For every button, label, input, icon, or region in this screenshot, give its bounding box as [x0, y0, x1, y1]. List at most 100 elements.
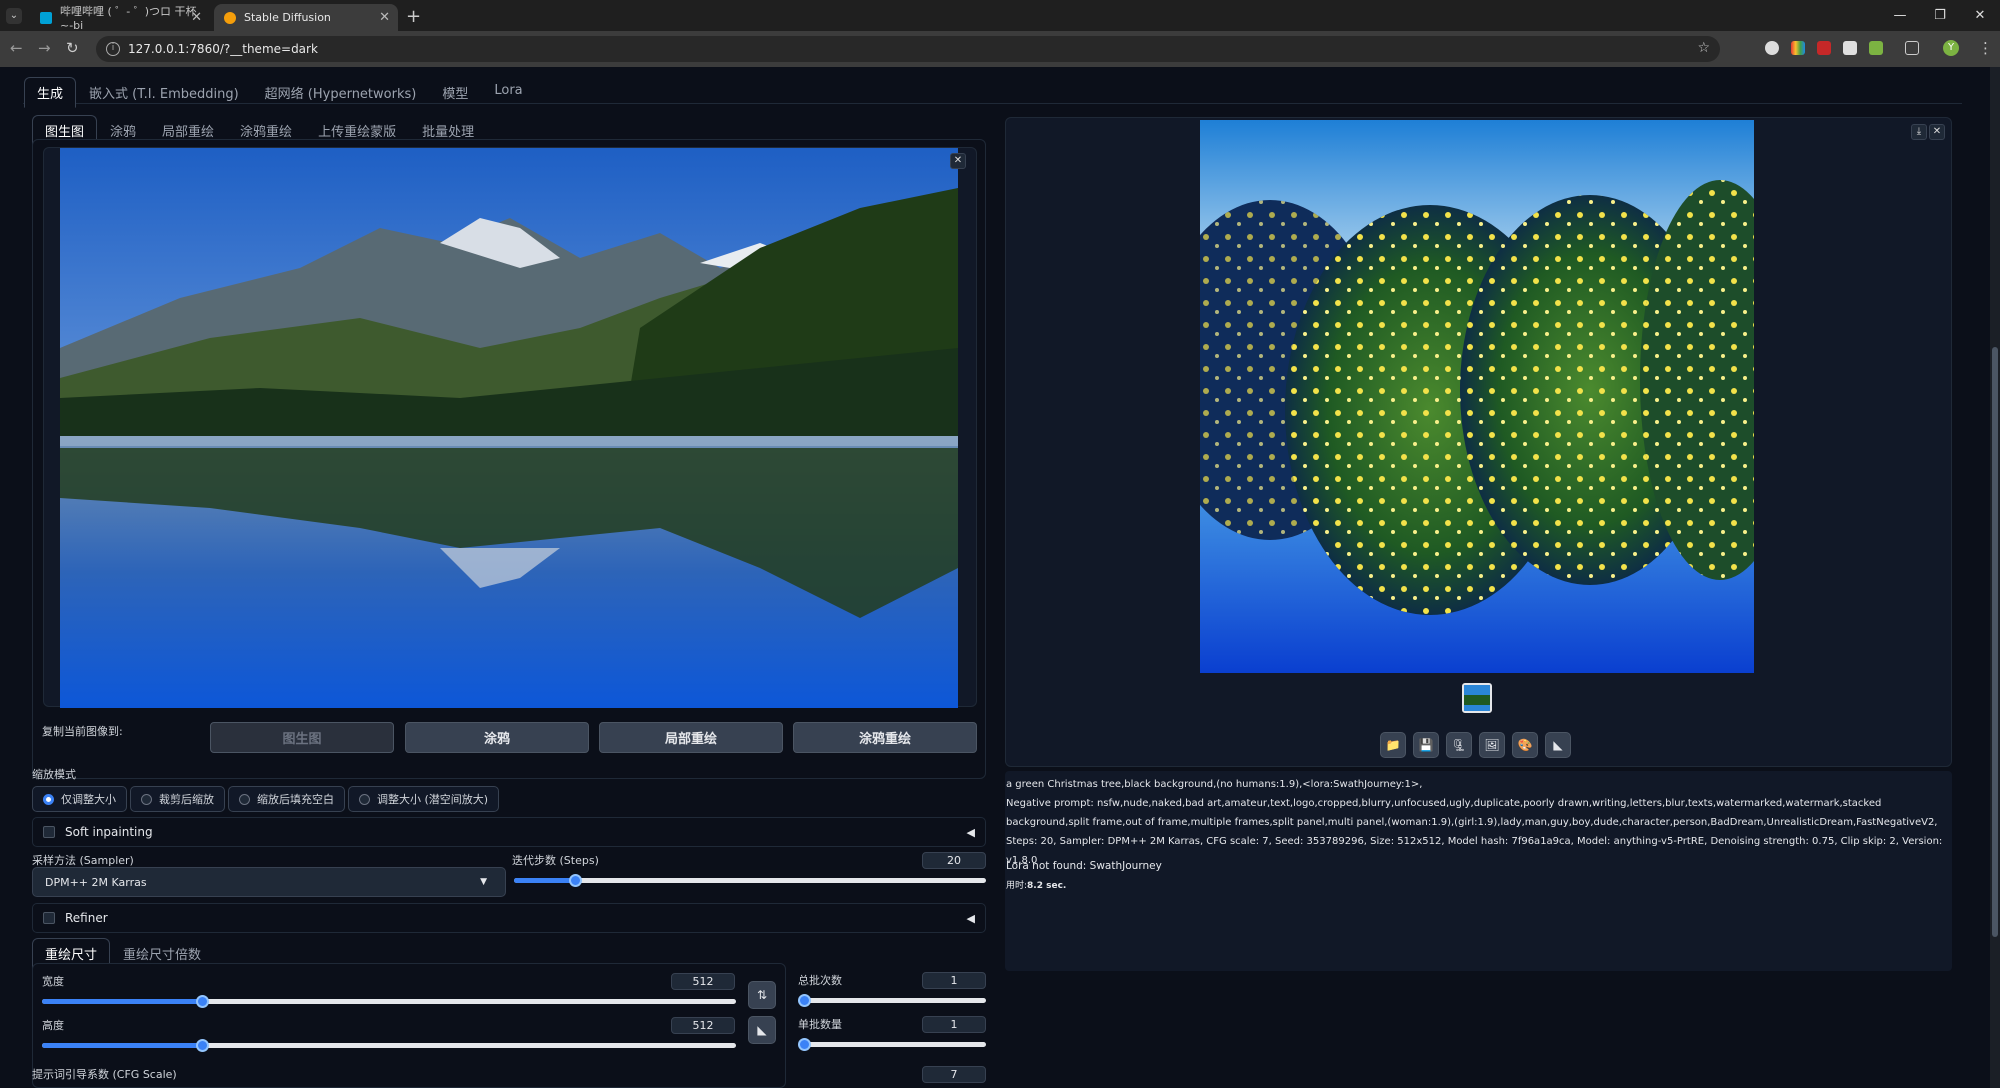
cfg-input[interactable]: 7	[922, 1066, 986, 1083]
extension-new-icon[interactable]	[1817, 41, 1831, 55]
refiner-accordion[interactable]: Refiner ◀	[32, 903, 986, 933]
copy-to-inpaint-button[interactable]: 局部重绘	[599, 722, 783, 753]
clear-image-button[interactable]: ✕	[950, 153, 966, 169]
window-controls: — ❐ ✕	[1880, 0, 2000, 31]
ruler-icon[interactable]: ◣	[1545, 732, 1571, 758]
reload-icon[interactable]: ↻	[66, 39, 79, 57]
browser-tabstrip: ⌄ 哔哩哔哩 ( ゜- ゜)つロ 干杯~-bi ✕ Stable Diffusi…	[0, 0, 2000, 32]
width-label: 宽度	[42, 975, 64, 988]
close-tab-icon[interactable]: ✕	[379, 10, 390, 25]
height-label: 高度	[42, 1019, 64, 1032]
tab-hypernetworks[interactable]: 超网络 (Hypernetworks)	[252, 77, 430, 108]
collapse-arrow-icon[interactable]: ◀	[967, 826, 975, 839]
tab-search-icon[interactable]: ⌄	[6, 8, 22, 24]
resize-just-resize-radio[interactable]: 仅调整大小	[32, 786, 127, 812]
input-image-mountain-lake	[60, 148, 958, 708]
back-icon[interactable]: ←	[10, 39, 23, 57]
slider-handle[interactable]	[798, 1038, 811, 1051]
collapse-arrow-icon[interactable]: ◀	[967, 912, 975, 925]
refiner-checkbox[interactable]	[43, 912, 55, 924]
save-icon[interactable]: 💾	[1413, 732, 1439, 758]
info-prompt: a green Christmas tree,black background,…	[1006, 779, 1423, 790]
folder-icon[interactable]: 📁	[1380, 732, 1406, 758]
profile-avatar[interactable]: Y	[1943, 40, 1959, 56]
tab-lora[interactable]: Lora	[481, 77, 535, 108]
width-input[interactable]: 512	[671, 973, 735, 990]
resize-crop-radio[interactable]: 裁剪后缩放	[130, 786, 225, 812]
generation-info: a green Christmas tree,black background,…	[1006, 775, 1946, 870]
batch-count-input[interactable]: 1	[922, 972, 986, 989]
batch-size-slider[interactable]	[798, 1038, 986, 1051]
output-toolbar: 📁 💾 🗜 🖼 🎨 ◣	[1380, 732, 1571, 758]
resize-fill-radio[interactable]: 缩放后填充空白	[228, 786, 345, 812]
extensions-puzzle-icon[interactable]	[1905, 41, 1919, 55]
page-scrollbar[interactable]	[1990, 67, 2000, 1088]
cfg-label: 提示词引导系数 (CFG Scale)	[32, 1068, 177, 1081]
steps-slider[interactable]	[514, 874, 986, 887]
swap-dimensions-button[interactable]: ⇅	[748, 981, 776, 1009]
copy-to-img2img-button[interactable]: 图生图	[210, 722, 394, 753]
minimize-button[interactable]: —	[1880, 0, 1920, 31]
browser-tab-stable-diffusion[interactable]: Stable Diffusion ✕	[214, 4, 398, 31]
new-tab-button[interactable]: +	[406, 6, 421, 27]
menu-icon[interactable]: ⋮	[1978, 39, 1993, 57]
steps-input[interactable]: 20	[922, 852, 986, 869]
height-input[interactable]: 512	[671, 1017, 735, 1034]
slider-handle[interactable]	[195, 1039, 209, 1052]
download-icon[interactable]: ⤓	[1911, 124, 1927, 140]
extension-icon[interactable]	[1843, 41, 1857, 55]
batch-size-input[interactable]: 1	[922, 1016, 986, 1033]
palette-icon[interactable]: 🎨	[1512, 732, 1538, 758]
soft-inpainting-label: Soft inpainting	[65, 825, 153, 839]
close-gallery-button[interactable]: ✕	[1929, 124, 1945, 140]
tab-models[interactable]: 模型	[429, 77, 481, 108]
browser-tab-title: 哔哩哔哩 ( ゜- ゜)つロ 干杯~-bi	[60, 5, 197, 32]
sd-favicon-icon	[224, 11, 236, 24]
browser-tab-bilibili[interactable]: 哔哩哔哩 ( ゜- ゜)つロ 干杯~-bi ✕	[30, 4, 210, 32]
sampler-select[interactable]: DPM++ 2M Karras ▼	[32, 867, 506, 897]
copy-to-inpaint-sketch-button[interactable]: 涂鸦重绘	[793, 722, 977, 753]
maximize-button[interactable]: ❐	[1920, 0, 1960, 31]
slider-handle[interactable]	[569, 874, 583, 887]
site-info-icon[interactable]: i	[106, 42, 120, 56]
output-image[interactable]	[1200, 120, 1754, 673]
output-thumbnail[interactable]	[1462, 683, 1492, 713]
extension-icon[interactable]	[1791, 41, 1805, 55]
tab-embedding[interactable]: 嵌入式 (T.I. Embedding)	[76, 77, 252, 108]
soft-inpainting-checkbox[interactable]	[43, 826, 55, 838]
steps-label: 迭代步数 (Steps)	[512, 854, 599, 867]
bookmark-star-icon[interactable]: ☆	[1697, 40, 1710, 56]
bilibili-favicon-icon	[40, 11, 52, 24]
lora-warning: Lora not found: SwathJourney	[1006, 860, 1162, 872]
close-window-button[interactable]: ✕	[1960, 0, 2000, 31]
close-tab-icon[interactable]: ✕	[191, 10, 202, 25]
batch-count-slider[interactable]	[798, 994, 986, 1007]
width-slider[interactable]	[42, 995, 736, 1008]
resize-mode-radios: 仅调整大小 裁剪后缩放 缩放后填充空白 调整大小 (潜空间放大)	[32, 786, 500, 812]
forward-icon[interactable]: →	[38, 39, 51, 57]
copy-to-sketch-button[interactable]: 涂鸦	[405, 722, 589, 753]
refiner-label: Refiner	[65, 911, 108, 925]
height-slider[interactable]	[42, 1039, 736, 1052]
extension-download-icon[interactable]	[1869, 41, 1883, 55]
time-taken: 用时:8.2 sec.	[1006, 881, 1067, 891]
main-tabs: 生成 嵌入式 (T.I. Embedding) 超网络 (Hypernetwor…	[24, 77, 536, 108]
browser-tab-title: Stable Diffusion	[244, 11, 331, 24]
chevron-down-icon: ▼	[480, 877, 487, 887]
slider-handle[interactable]	[195, 995, 209, 1008]
zip-icon[interactable]: 🗜	[1446, 732, 1472, 758]
resize-mode-label: 缩放模式	[32, 768, 76, 781]
slider-handle[interactable]	[798, 994, 811, 1007]
image-icon[interactable]: 🖼	[1479, 732, 1505, 758]
webui-page: 生成 嵌入式 (T.I. Embedding) 超网络 (Hypernetwor…	[0, 67, 2000, 1088]
input-image-area[interactable]: ✕	[43, 147, 977, 708]
copy-to-label: 复制当前图像到:	[42, 725, 123, 738]
extension-icon[interactable]	[1765, 41, 1779, 55]
tab-generate[interactable]: 生成	[24, 77, 77, 108]
address-bar[interactable]: i 127.0.0.1:7860/?__theme=dark ☆	[96, 36, 1720, 62]
resize-latent-radio[interactable]: 调整大小 (潜空间放大)	[348, 786, 500, 812]
browser-toolbar: ← → ↻ i 127.0.0.1:7860/?__theme=dark ☆ Y…	[0, 31, 2000, 67]
soft-inpainting-accordion[interactable]: Soft inpainting ◀	[32, 817, 986, 847]
aspect-ratio-button[interactable]: ◣	[748, 1016, 776, 1044]
sampler-label: 采样方法 (Sampler)	[32, 854, 134, 867]
